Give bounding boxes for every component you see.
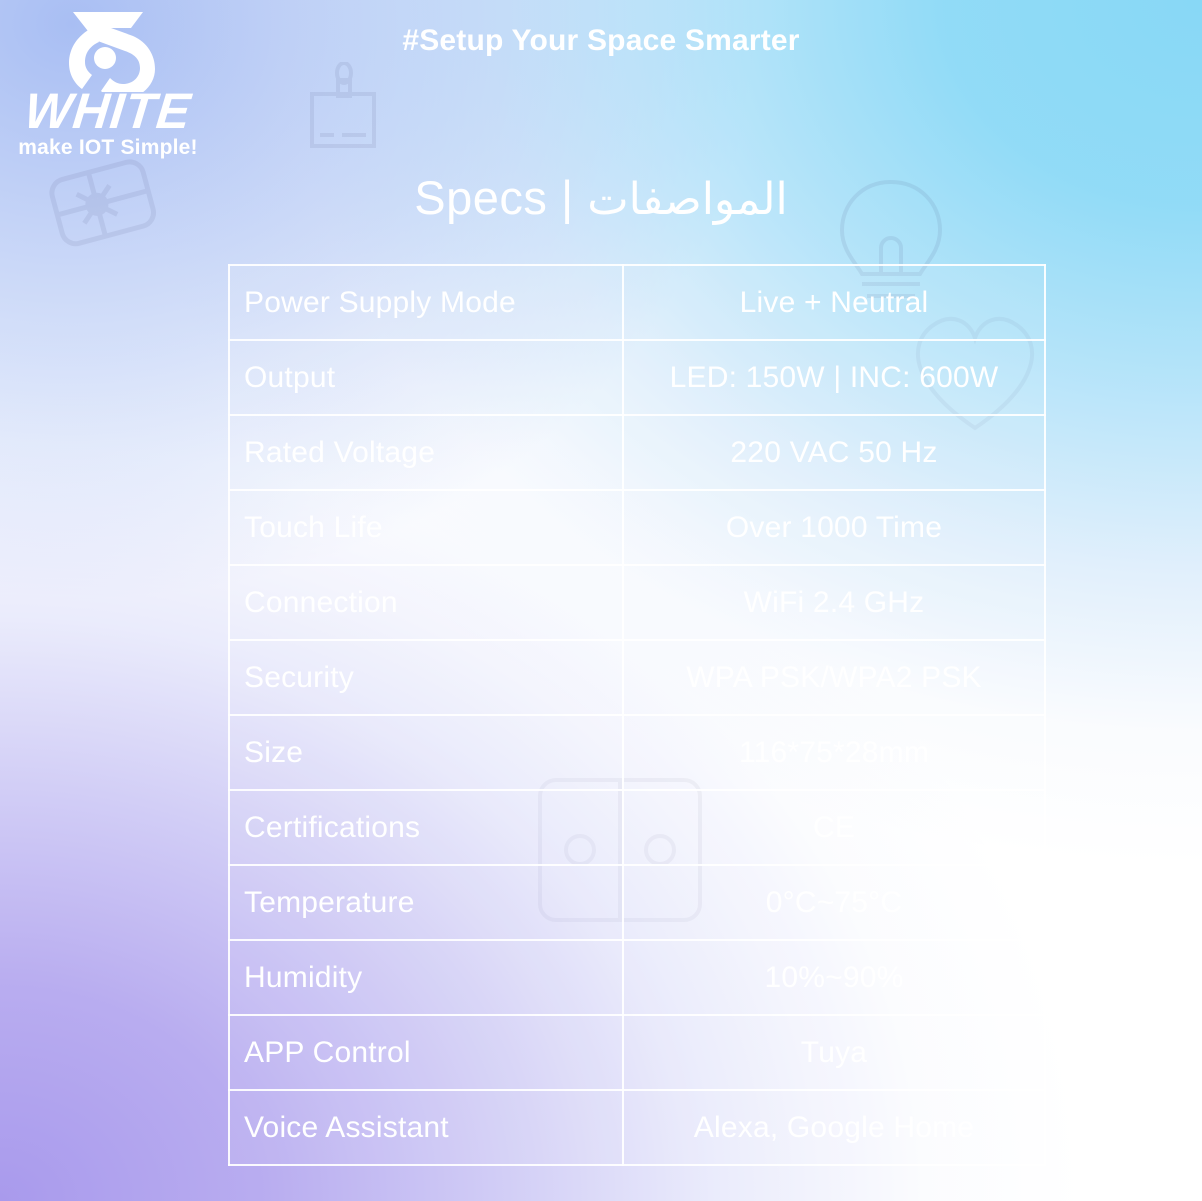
table-row: APP Control Tuya [228,1014,1046,1091]
spec-value-cell: Alexa, Google Home [622,1089,1046,1166]
table-row: Power Supply Mode Live + Neutral [228,264,1046,341]
page-title-separator: | [560,171,574,224]
spec-key-cell: Power Supply Mode [228,264,624,341]
spec-value-cell: WiFi 2.4 GHz [622,564,1046,641]
spec-value-cell: 0°C~75°C [622,864,1046,941]
table-row: Output LED: 150W | INC: 600W [228,339,1046,416]
page-title-english: Specs [414,171,548,224]
spec-key-cell: Size [228,714,624,791]
table-row: Temperature 0°C~75°C [228,864,1046,941]
spec-poster: WHITE make IOT Simple! #Setup Your Space… [0,0,1202,1201]
spec-key-cell: Security [228,639,624,716]
page-title: Specs | المواصفات [0,170,1202,225]
spec-key-cell: Temperature [228,864,624,941]
spec-key-cell: APP Control [228,1014,624,1091]
header-hashtag-tagline: #Setup Your Space Smarter [402,24,800,57]
brand-tagline: make IOT Simple! [18,136,198,159]
specs-table: Power Supply Mode Live + Neutral Output LED… [228,264,1046,1166]
spec-value-cell: 10%~90% [622,939,1046,1016]
table-row: Rated Voltage 220 VAC 50 Hz [228,414,1046,491]
table-row: Voice Assistant Alexa, Google Home [228,1089,1046,1166]
specs-table-body: Power Supply Mode Live + Neutral Output LED… [228,264,1046,1166]
page-title-arabic: المواصفات [587,174,788,225]
spec-value-cell: WPA PSK/WPA2 PSK [622,639,1046,716]
spec-value-cell: Tuya [622,1014,1046,1091]
spec-value-cell: 220 VAC 50 Hz [622,414,1046,491]
spec-value-cell: Live + Neutral [622,264,1046,341]
spec-key-cell: Voice Assistant [228,1089,624,1166]
table-row: Connection WiFi 2.4 GHz [228,564,1046,641]
spec-key-cell: Touch Life [228,489,624,566]
spec-key-cell: Output [228,339,624,416]
brand-name: WHITE [22,83,194,139]
spec-value-cell: Over 1000 Time [622,489,1046,566]
spec-key-cell: Humidity [228,939,624,1016]
spec-key-cell: Rated Voltage [228,414,624,491]
table-row: Security WPA PSK/WPA2 PSK [228,639,1046,716]
table-row: Humidity 10%~90% [228,939,1046,1016]
spec-value-cell: CE [622,789,1046,866]
spec-key-cell: Connection [228,564,624,641]
table-row: Certifications CE [228,789,1046,866]
spec-key-cell: Certifications [228,789,624,866]
table-row: Touch Life Over 1000 Time [228,489,1046,566]
table-row: Size 116*75*28mm [228,714,1046,791]
spec-value-cell: LED: 150W | INC: 600W [622,339,1046,416]
spec-value-cell: 116*75*28mm [622,714,1046,791]
